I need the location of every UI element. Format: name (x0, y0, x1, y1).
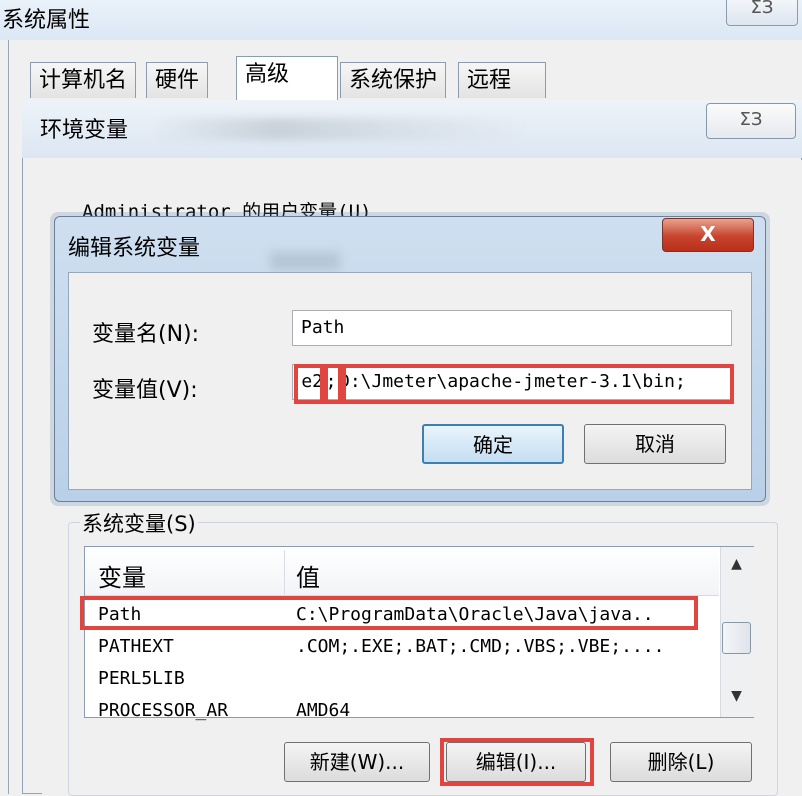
system-variables-group-label: 系统变量(S) (80, 508, 198, 538)
tab-remote[interactable]: 远程 (458, 62, 546, 98)
tab-hardware[interactable]: 硬件 (146, 62, 209, 98)
highlight-separator (324, 364, 342, 404)
cancel-button[interactable]: 取消 (584, 424, 726, 464)
highlight-edit-button (440, 738, 594, 786)
column-header-variable[interactable]: 变量 (98, 558, 146, 593)
system-properties-close-button[interactable]: ΣЗ (726, 0, 798, 26)
blurred-background-text (150, 118, 530, 140)
highlight-value-path (342, 364, 734, 404)
system-variables-list-header (85, 547, 719, 596)
tab-system-protection[interactable]: 系统保护 (340, 62, 447, 98)
variable-value-label: 变量值(V): (92, 378, 198, 403)
close-icon: ΣЗ (739, 109, 763, 130)
ok-button[interactable]: 确定 (422, 424, 564, 464)
variable-name-input[interactable]: Path (292, 310, 732, 346)
edit-dialog-close-button[interactable]: X (662, 218, 754, 252)
scrollbar-thumb[interactable] (722, 622, 751, 654)
highlight-path-row (80, 596, 698, 630)
system-properties-titlebar (0, 0, 802, 40)
environment-variables-title: 环境变量 (40, 118, 129, 143)
table-row-value[interactable]: AMD64 (296, 700, 350, 721)
column-separator (284, 550, 285, 594)
column-header-value[interactable]: 值 (296, 558, 320, 593)
highlight-value-prefix (294, 364, 324, 404)
scroll-down-arrow-icon[interactable]: ▼ (720, 688, 753, 710)
system-properties-title: 系统属性 (2, 8, 91, 33)
table-row-name[interactable]: PROCESSOR_AR (98, 700, 228, 721)
delete-button[interactable]: 删除(L) (610, 742, 752, 782)
table-row-value[interactable]: .COM;.EXE;.BAT;.CMD;.VBS;.VBE;.... (296, 636, 664, 657)
blurred-background-text (270, 252, 340, 270)
variable-name-label: 变量名(N): (92, 322, 200, 347)
table-row-name[interactable]: PERL5LIB (98, 668, 185, 689)
edit-dialog-title: 编辑系统变量 (68, 236, 201, 261)
tab-advanced[interactable]: 高级 (236, 56, 338, 100)
tab-computer-name[interactable]: 计算机名 (30, 62, 137, 98)
table-row-name[interactable]: PATHEXT (98, 636, 174, 657)
new-button[interactable]: 新建(W)... (284, 742, 430, 782)
close-icon: ΣЗ (750, 0, 774, 18)
scroll-up-arrow-icon[interactable]: ▲ (720, 556, 753, 578)
environment-variables-close-button[interactable]: ΣЗ (706, 103, 796, 139)
close-icon: X (700, 222, 716, 246)
